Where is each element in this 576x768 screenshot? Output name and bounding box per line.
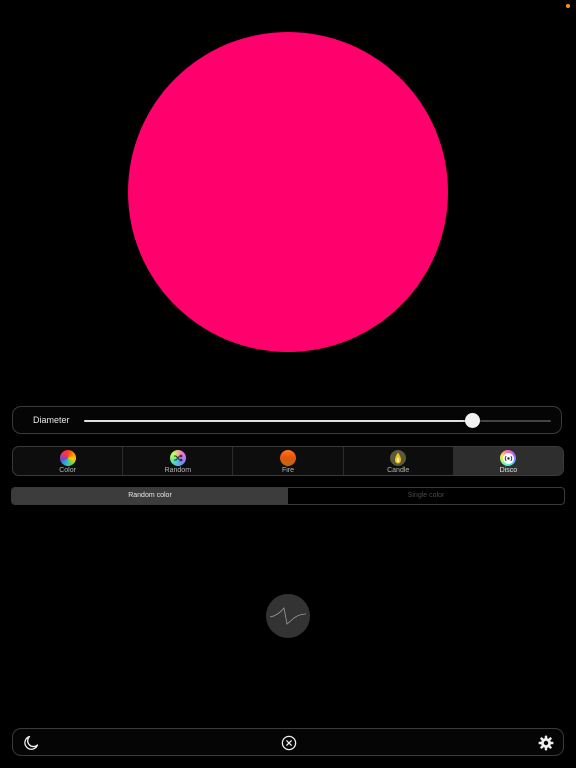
mode-color[interactable]: Color [13,447,124,475]
segment-random-color[interactable]: Random color [12,488,288,504]
mode-color-label: Color [59,467,76,474]
color-mode-segmented-control: Random color Single color [11,487,565,505]
diameter-slider[interactable] [84,413,551,428]
diameter-slider-fill [84,420,472,422]
mode-random-label: Random [164,467,192,474]
candle-flame-icon [390,450,407,466]
gear-icon [538,735,554,751]
bottom-toolbar [12,728,564,756]
diameter-label: Diameter [33,415,70,425]
mode-random[interactable]: Random [123,447,234,475]
waveform-icon [269,607,307,625]
fire-icon [280,450,296,466]
close-button[interactable] [280,734,298,752]
settings-button[interactable] [537,734,555,752]
moon-icon [24,735,39,750]
color-wheel-icon [59,450,76,466]
light-circle[interactable] [128,32,448,352]
mode-candle-label: Candle [387,467,410,474]
mode-disco[interactable]: Disco [453,447,563,475]
segment-single-color[interactable]: Single color [288,488,564,504]
shuffle-icon [169,450,186,466]
close-circle-icon [281,735,297,751]
flicker-button[interactable] [266,594,310,638]
status-indicator-dot [566,4,570,8]
diameter-control: Diameter [12,406,562,434]
disco-icon [500,450,517,466]
mode-disco-label: Disco [499,467,518,474]
mode-fire-label: Fire [281,467,295,474]
mode-fire[interactable]: Fire [233,447,344,475]
diameter-slider-thumb[interactable] [464,413,480,428]
mode-candle[interactable]: Candle [344,447,454,475]
mode-selector: Color Random Fire Candle Disco [12,446,564,476]
night-mode-button[interactable] [22,734,40,752]
